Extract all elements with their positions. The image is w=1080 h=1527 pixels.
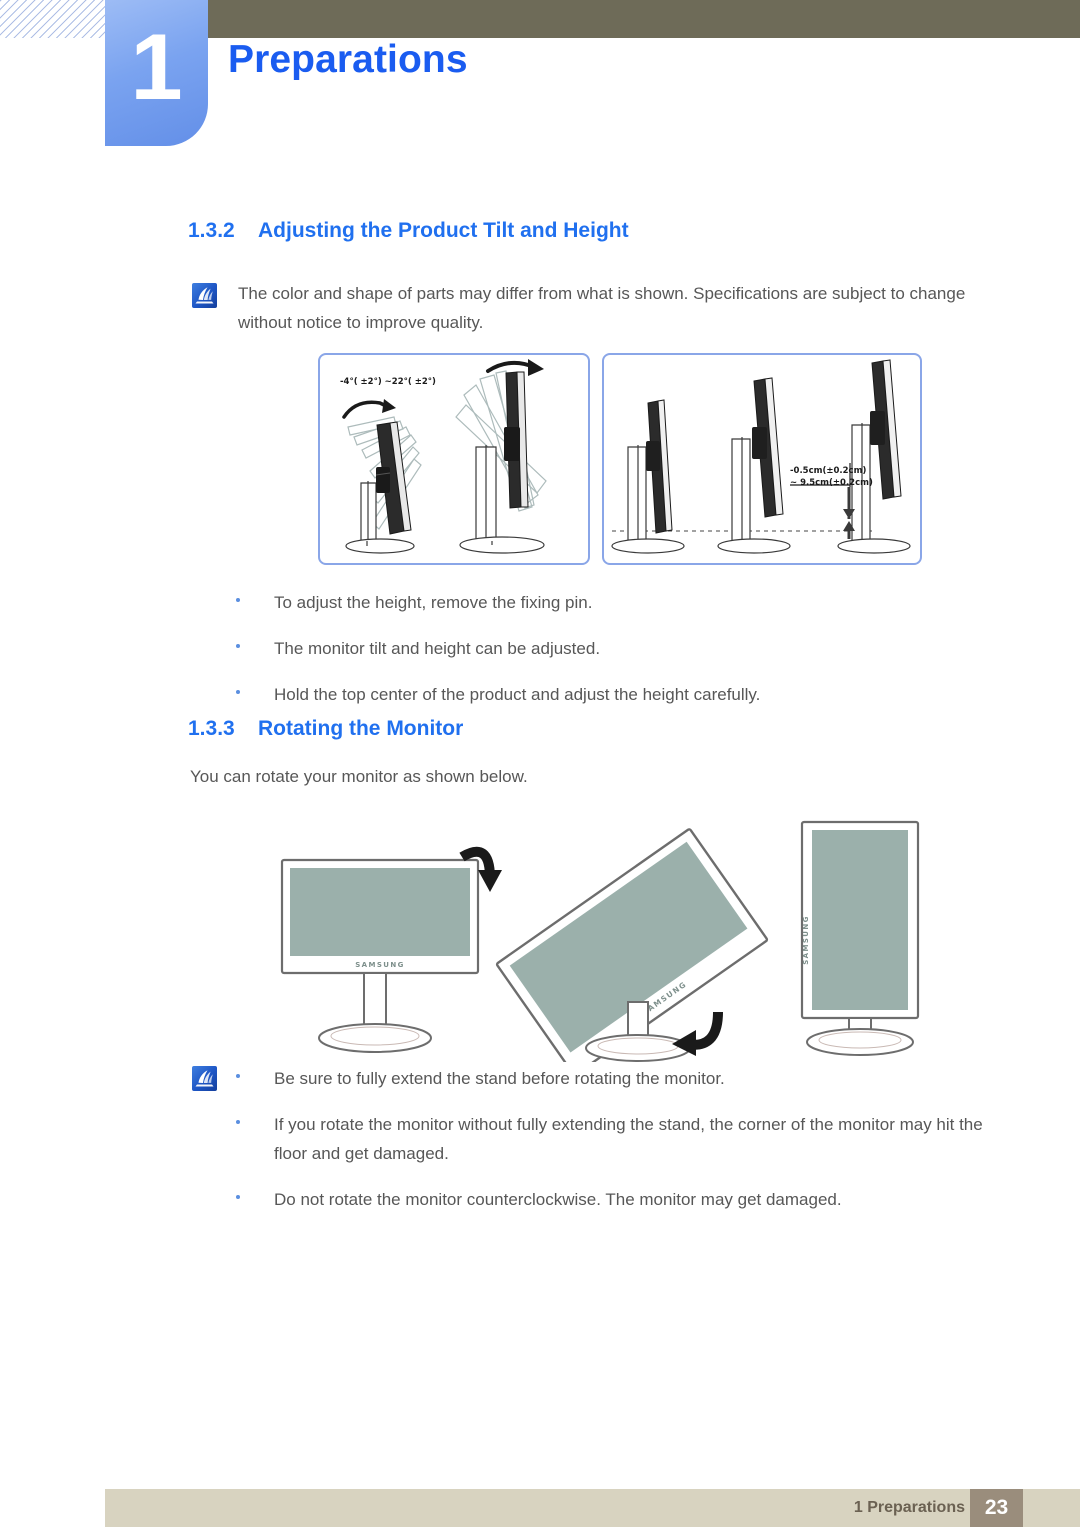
header-hatch-pattern xyxy=(0,0,108,38)
height-label-line-2: ~ 9.5cm(±0.2cm) xyxy=(790,478,873,488)
list-item: Hold the top center of the product and a… xyxy=(232,680,992,709)
bullet-text: To adjust the height, remove the fixing … xyxy=(274,593,593,612)
heading-1-3-3-title: Rotating the Monitor xyxy=(258,717,464,740)
list-item: Be sure to fully extend the stand before… xyxy=(232,1064,994,1093)
bullet-icon xyxy=(232,1110,274,1168)
bullet-text: The monitor tilt and height can be adjus… xyxy=(274,639,601,658)
list-item: Do not rotate the monitor counterclockwi… xyxy=(232,1185,994,1214)
bullet-list-1-3-2: To adjust the height, remove the fixing … xyxy=(232,588,992,726)
header-olive-bar xyxy=(105,0,1080,38)
chapter-number: 1 xyxy=(130,14,183,119)
tilt-angle-label: -4°( ±2°) ~22°( ±2°) xyxy=(340,377,436,387)
list-item: If you rotate the monitor without fully … xyxy=(232,1110,994,1168)
note-text-1: The color and shape of parts may differ … xyxy=(238,284,966,332)
height-diagram-graphic xyxy=(611,359,911,554)
rotating-intro-text: You can rotate your monitor as shown bel… xyxy=(190,767,528,786)
bullet-icon xyxy=(232,1185,274,1214)
height-diagram-panel: -0.5cm(±0.2cm) ~ 9.5cm(±0.2cm) xyxy=(602,353,922,565)
page-number: 23 xyxy=(970,1489,1023,1527)
chapter-tab: 1 xyxy=(105,0,208,146)
heading-1-3-3: 1.3.3 Rotating the Monitor xyxy=(188,717,463,741)
chapter-title: Preparations xyxy=(228,38,468,81)
note-icon xyxy=(192,1066,217,1091)
heading-1-3-3-number: 1.3.3 xyxy=(188,717,235,740)
list-item: The monitor tilt and height can be adjus… xyxy=(232,634,992,663)
tilt-diagram-panel: -4°( ±2°) ~22°( ±2°) xyxy=(318,353,590,565)
height-label-line-1: -0.5cm(±0.2cm) xyxy=(790,466,867,476)
bullet-icon xyxy=(232,588,274,617)
bullet-icon xyxy=(232,680,274,709)
bullet-icon xyxy=(232,1064,274,1093)
heading-1-3-2-number: 1.3.2 xyxy=(188,219,235,242)
bullet-text: Be sure to fully extend the stand before… xyxy=(274,1069,725,1088)
note-icon xyxy=(192,283,217,308)
bullet-text: Do not rotate the monitor counterclockwi… xyxy=(274,1190,842,1209)
svg-text:SAMSUNG: SAMSUNG xyxy=(802,915,810,965)
footer-label: 1 Preparations xyxy=(853,1499,965,1516)
bullet-text: Hold the top center of the product and a… xyxy=(274,685,761,704)
heading-1-3-2-title: Adjusting the Product Tilt and Height xyxy=(258,219,629,242)
bullet-text: If you rotate the monitor without fully … xyxy=(274,1115,983,1163)
bullet-list-1-3-3: Be sure to fully extend the stand before… xyxy=(232,1064,994,1231)
svg-text:SAMSUNG: SAMSUNG xyxy=(355,961,405,969)
heading-1-3-2: 1.3.2 Adjusting the Product Tilt and Heig… xyxy=(188,219,629,243)
bullet-icon xyxy=(232,634,274,663)
list-item: To adjust the height, remove the fixing … xyxy=(232,588,992,617)
height-dimension-label: -0.5cm(±0.2cm) ~ 9.5cm(±0.2cm) xyxy=(790,465,873,489)
rotation-diagram-graphic: SAMSUNG SAMSUNG SAMSUNG xyxy=(272,812,932,1062)
